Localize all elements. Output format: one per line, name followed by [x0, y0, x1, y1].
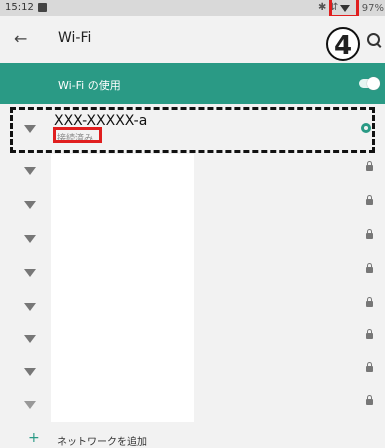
- network-row[interactable]: [0, 188, 385, 222]
- network-row[interactable]: [0, 388, 385, 422]
- network-row[interactable]: [0, 154, 385, 188]
- network-row[interactable]: [0, 355, 385, 389]
- wifi-signal-icon: [24, 235, 36, 243]
- wifi-toggle-switch[interactable]: [359, 77, 380, 90]
- wifi-toggle-label: Wi-Fi の使用: [58, 79, 121, 92]
- annotation-step-number: 4: [326, 27, 360, 61]
- wifi-signal-icon: [24, 368, 36, 376]
- lock-icon: [366, 297, 373, 307]
- lock-icon: [366, 329, 373, 339]
- status-time: 15:12: [5, 2, 34, 13]
- lock-icon: [366, 362, 373, 372]
- image-notification-icon: [38, 3, 47, 12]
- add-network-row[interactable]: + ネットワークを追加: [0, 424, 385, 448]
- wifi-signal-icon: [24, 401, 36, 409]
- wifi-signal-icon: [24, 303, 36, 311]
- status-bar: 15:12 ✱ ⇵ 97%: [0, 0, 385, 16]
- battery-level: 97%: [361, 3, 384, 14]
- toggle-thumb: [367, 77, 380, 90]
- lock-icon: [366, 229, 373, 239]
- lock-icon: [366, 161, 373, 171]
- wifi-signal-icon: [24, 167, 36, 175]
- network-row[interactable]: [0, 322, 385, 356]
- lock-icon: [366, 263, 373, 273]
- lock-icon: [366, 395, 373, 405]
- bluetooth-icon: ✱: [318, 2, 327, 13]
- network-row[interactable]: [0, 256, 385, 290]
- page-title: Wi-Fi: [58, 30, 92, 46]
- wifi-signal-icon: [24, 269, 36, 277]
- lock-icon: [366, 195, 373, 205]
- search-icon[interactable]: [367, 33, 380, 46]
- wifi-signal-icon: [24, 335, 36, 343]
- wifi-signal-icon: [24, 201, 36, 209]
- back-arrow-icon[interactable]: ←: [14, 29, 27, 48]
- wifi-toggle-row[interactable]: Wi-Fi の使用: [0, 63, 385, 104]
- network-row[interactable]: [0, 290, 385, 324]
- network-row[interactable]: [0, 222, 385, 256]
- annotation-dashed-box: [10, 107, 375, 153]
- plus-icon: +: [28, 430, 40, 446]
- add-network-label: ネットワークを追加: [57, 437, 147, 448]
